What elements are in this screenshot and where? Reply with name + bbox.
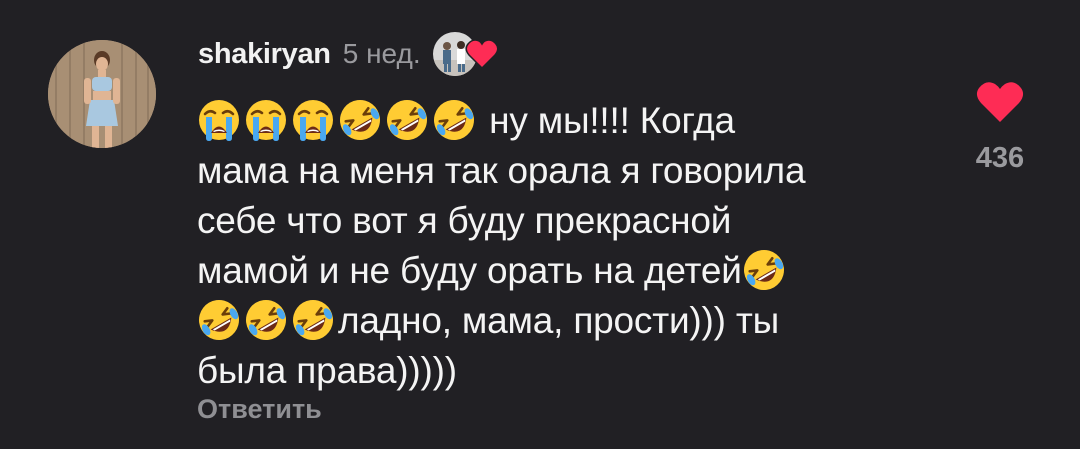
rolling-on-floor-laughing-icon (244, 298, 288, 342)
comment-text-line-1: ну мы!!!! Когда (489, 100, 735, 141)
heart-icon[interactable] (975, 80, 1025, 124)
rolling-on-floor-laughing-icon (385, 98, 429, 142)
like-count: 436 (975, 142, 1025, 174)
creator-heart-icon (465, 39, 499, 70)
loudly-crying-face-icon (291, 98, 335, 142)
comment-text-line-3: себе что вот я буду прекрасной (197, 200, 732, 241)
comment-header: shakiryan 5 нед. (198, 32, 501, 76)
loudly-crying-face-icon (244, 98, 288, 142)
rolling-on-floor-laughing-icon (197, 298, 241, 342)
comment-item: shakiryan 5 нед. ну мы!!!! Когда мама на… (0, 0, 1080, 449)
like-button[interactable]: 436 (960, 80, 1040, 175)
comment-text-line-6: была права))))) (197, 350, 457, 391)
comment-text: ну мы!!!! Когда мама на меня так орала я… (197, 96, 917, 396)
comment-text-line-5: ладно, мама, прости))) ты (338, 300, 780, 341)
rolling-on-floor-laughing-icon (338, 98, 382, 142)
comment-text-line-2: мама на меня так орала я говорила (197, 150, 806, 191)
rolling-on-floor-laughing-icon (291, 298, 335, 342)
rolling-on-floor-laughing-icon (432, 98, 476, 142)
timestamp: 5 нед. (342, 38, 421, 69)
avatar[interactable] (48, 40, 156, 148)
creator-liked-badge (432, 32, 501, 76)
comment-text-line-4: мамой и не буду орать на детей (197, 250, 742, 291)
rolling-on-floor-laughing-icon (742, 248, 786, 292)
username[interactable]: shakiryan (198, 38, 331, 71)
loudly-crying-face-icon (197, 98, 241, 142)
reply-button[interactable]: Ответить (197, 394, 322, 425)
